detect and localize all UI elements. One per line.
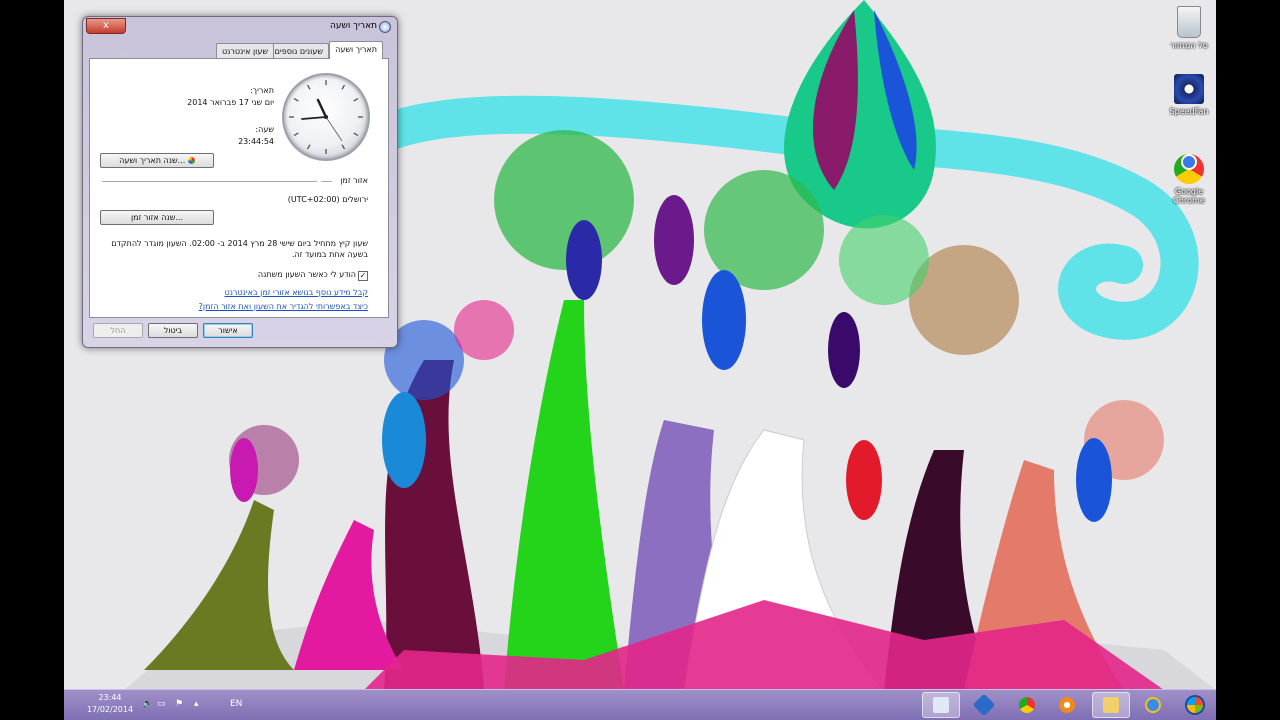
taskbar-internet-explorer[interactable] (1134, 692, 1172, 718)
notify-checkbox-label[interactable]: הודע לי כאשר השעון משתנה (258, 270, 356, 279)
separator-line (102, 181, 332, 182)
tab-strip: תאריך ושעה שעונים נוספים שעון אינטרנט (89, 41, 389, 59)
analog-clock-icon (282, 73, 370, 161)
ok-button[interactable]: אישור (203, 323, 253, 338)
clock-globe-icon (379, 21, 391, 33)
desktop-icon-recycle-bin[interactable]: סל המחזור (1159, 6, 1216, 50)
link-more-info[interactable]: קבל מידע נוסף בנושא אזורי זמן באינטרנט (225, 288, 368, 297)
dst-notice: שעון קיץ מתחיל ביום שישי 28 מרץ 2014 ב- … (111, 239, 368, 259)
internet-explorer-icon (1145, 697, 1161, 713)
close-button[interactable]: x (86, 18, 126, 34)
timezone-label: אזור זמן (340, 176, 368, 185)
dialog-titlebar[interactable]: x תאריך ושעה (83, 17, 397, 37)
notify-checkbox[interactable]: ✓ (358, 271, 368, 281)
desktop-icon-label: Google Chrome (1173, 187, 1205, 205)
taskbar-media-player[interactable] (1048, 692, 1086, 718)
desktop-icon-label: SpeedFan (1169, 107, 1209, 116)
tab-internet-time[interactable]: שעון אינטרנט (215, 43, 274, 59)
tab-date-time[interactable]: תאריך ושעה (329, 41, 383, 59)
timezone-value: (UTC+02:00) ירושלים (287, 195, 368, 204)
clock-face (289, 80, 363, 154)
change-timezone-button[interactable]: שנה אזור זמן... (100, 210, 214, 225)
clock-date: 17/02/2014 (86, 705, 134, 714)
tab-panel-date-time: תאריך: יום שני 17 פברואר 2014 שעה: 23:44… (89, 58, 389, 318)
windows-start-icon (1187, 697, 1203, 713)
close-icon: x (103, 20, 109, 31)
dialog-title: תאריך ושעה (329, 21, 377, 31)
file-explorer-icon (1103, 697, 1119, 713)
chrome-icon (1019, 697, 1035, 713)
desktop-icon-chrome[interactable]: Google Chrome (1159, 145, 1216, 205)
chrome-icon (1174, 154, 1204, 184)
change-date-time-label: שנה תאריך ושעה... (119, 156, 186, 165)
language-indicator[interactable]: EN (230, 699, 242, 709)
virtualbox-icon (972, 693, 996, 717)
date-time-dialog-icon (933, 697, 949, 713)
taskbar-clock[interactable]: 23:44 17/02/2014 (80, 692, 140, 716)
tab-additional-clocks[interactable]: שעונים נוספים (268, 43, 329, 59)
time-value: 23:44:54 (238, 137, 274, 146)
volume-icon[interactable]: 🔈 (142, 699, 153, 709)
desktop-icon-speedfan[interactable]: SpeedFan (1159, 74, 1216, 116)
media-player-icon (1059, 697, 1075, 713)
speedfan-icon (1174, 74, 1204, 104)
network-icon[interactable]: ▭ (157, 699, 166, 709)
recycle-bin-icon (1177, 6, 1201, 38)
taskbar-virtualbox[interactable] (965, 692, 1003, 718)
action-center-flag-icon[interactable]: ⚑ (175, 699, 183, 709)
taskbar: 23:44 17/02/2014 🔈 ▭ ⚑ ▴ EN (64, 689, 1216, 720)
change-date-time-button[interactable]: שנה תאריך ושעה... (100, 153, 214, 168)
cancel-button[interactable]: ביטול (148, 323, 198, 338)
start-button[interactable] (1176, 692, 1214, 718)
desktop: סל המחזור SpeedFan Google Chrome x תאריך… (64, 0, 1216, 720)
desktop-icon-label: סל המחזור (1170, 41, 1208, 50)
show-hidden-icons-icon[interactable]: ▴ (194, 699, 199, 709)
checkmark-icon: ✓ (359, 271, 367, 280)
apply-button[interactable]: החל (93, 323, 143, 338)
link-how-to[interactable]: כיצד באפשרותי להגדיר את השעון ואת אזור ה… (199, 302, 368, 311)
clock-time: 23:44 (98, 693, 122, 702)
date-value: יום שני 17 פברואר 2014 (187, 98, 274, 107)
date-label: תאריך: (250, 86, 274, 95)
taskbar-chrome[interactable] (1008, 692, 1046, 718)
date-time-dialog: x תאריך ושעה תאריך ושעה שעונים נוספים שע… (82, 16, 398, 348)
shield-icon (187, 157, 195, 164)
time-label: שעה: (255, 125, 274, 134)
taskbar-date-time-dialog[interactable] (922, 692, 960, 718)
taskbar-file-explorer[interactable] (1092, 692, 1130, 718)
